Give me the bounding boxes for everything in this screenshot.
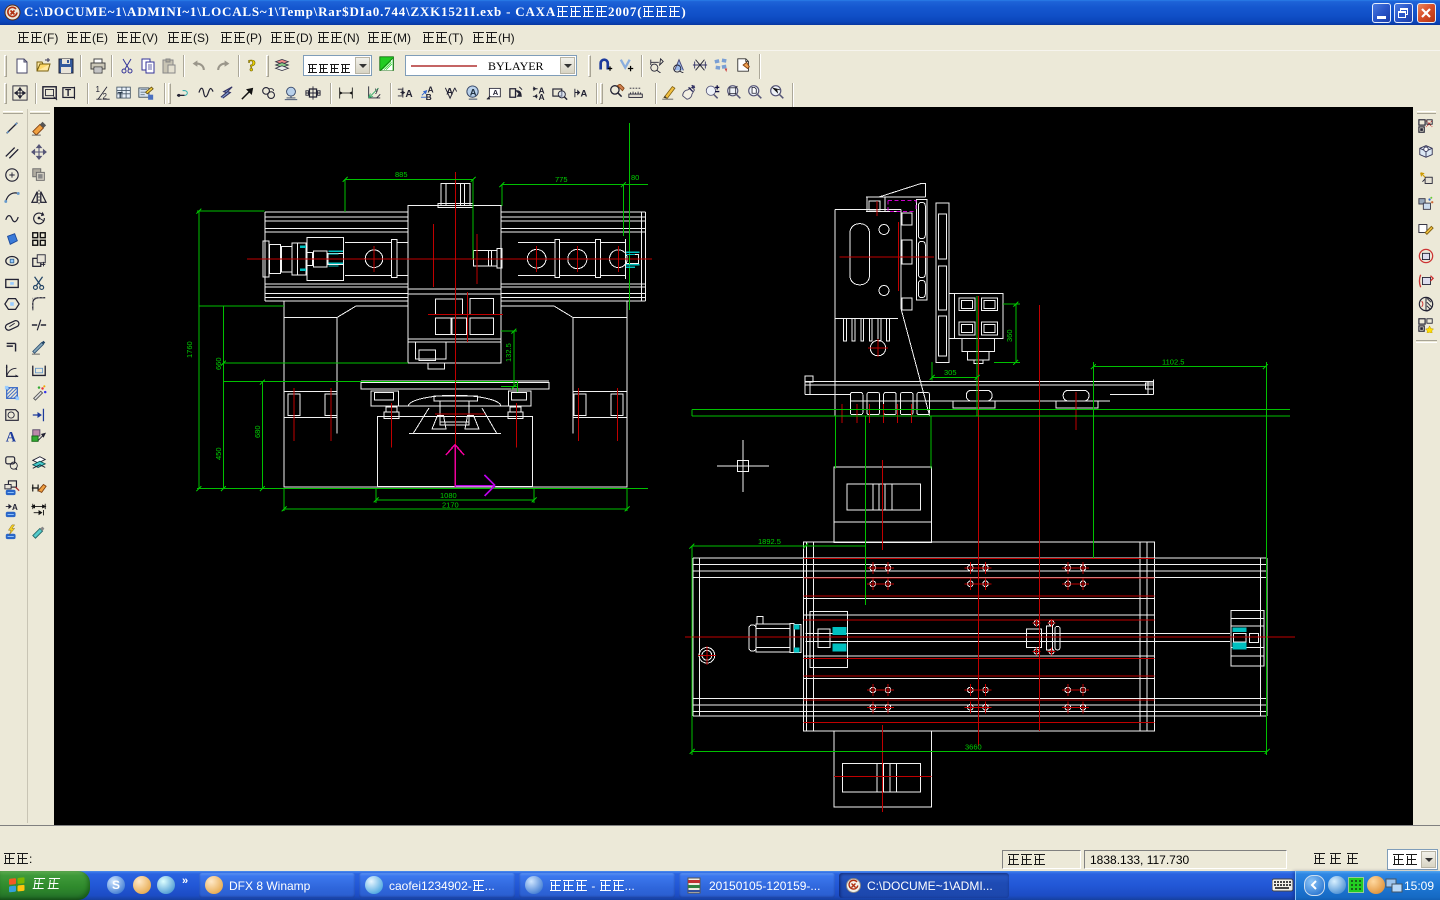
svg-text:775: 775 bbox=[555, 175, 568, 184]
svg-text:T: T bbox=[65, 88, 71, 99]
svg-text:2170: 2170 bbox=[442, 501, 459, 510]
svg-text:A: A bbox=[446, 85, 453, 96]
svg-text:B: B bbox=[426, 92, 432, 101]
svg-text:1: 1 bbox=[95, 85, 100, 94]
svg-text:360: 360 bbox=[1005, 329, 1014, 342]
svg-text:305: 305 bbox=[944, 368, 957, 377]
svg-text:A: A bbox=[493, 88, 499, 97]
svg-text:A: A bbox=[581, 87, 588, 98]
svg-text:450: 450 bbox=[214, 447, 223, 460]
svg-text:A: A bbox=[6, 429, 17, 444]
svg-text:3660: 3660 bbox=[965, 743, 982, 752]
svg-text:A: A bbox=[539, 92, 545, 101]
svg-text:680: 680 bbox=[253, 425, 262, 438]
svg-text:80: 80 bbox=[631, 173, 639, 182]
svg-text:2: 2 bbox=[103, 92, 108, 101]
svg-text:660: 660 bbox=[214, 357, 223, 370]
svg-text:T: T bbox=[118, 90, 124, 100]
svg-text:1760: 1760 bbox=[185, 341, 194, 358]
svg-text:?: ? bbox=[248, 57, 256, 73]
svg-text:A: A bbox=[12, 503, 18, 512]
svg-text:A: A bbox=[405, 89, 413, 100]
svg-text:A: A bbox=[470, 86, 477, 97]
svg-text:y: y bbox=[375, 87, 379, 95]
svg-text:885: 885 bbox=[395, 170, 408, 179]
svg-text:1102.5: 1102.5 bbox=[1162, 358, 1184, 367]
svg-text:132.5: 132.5 bbox=[504, 343, 513, 362]
svg-text:1080: 1080 bbox=[440, 491, 457, 500]
svg-text:1892.5: 1892.5 bbox=[758, 537, 781, 546]
